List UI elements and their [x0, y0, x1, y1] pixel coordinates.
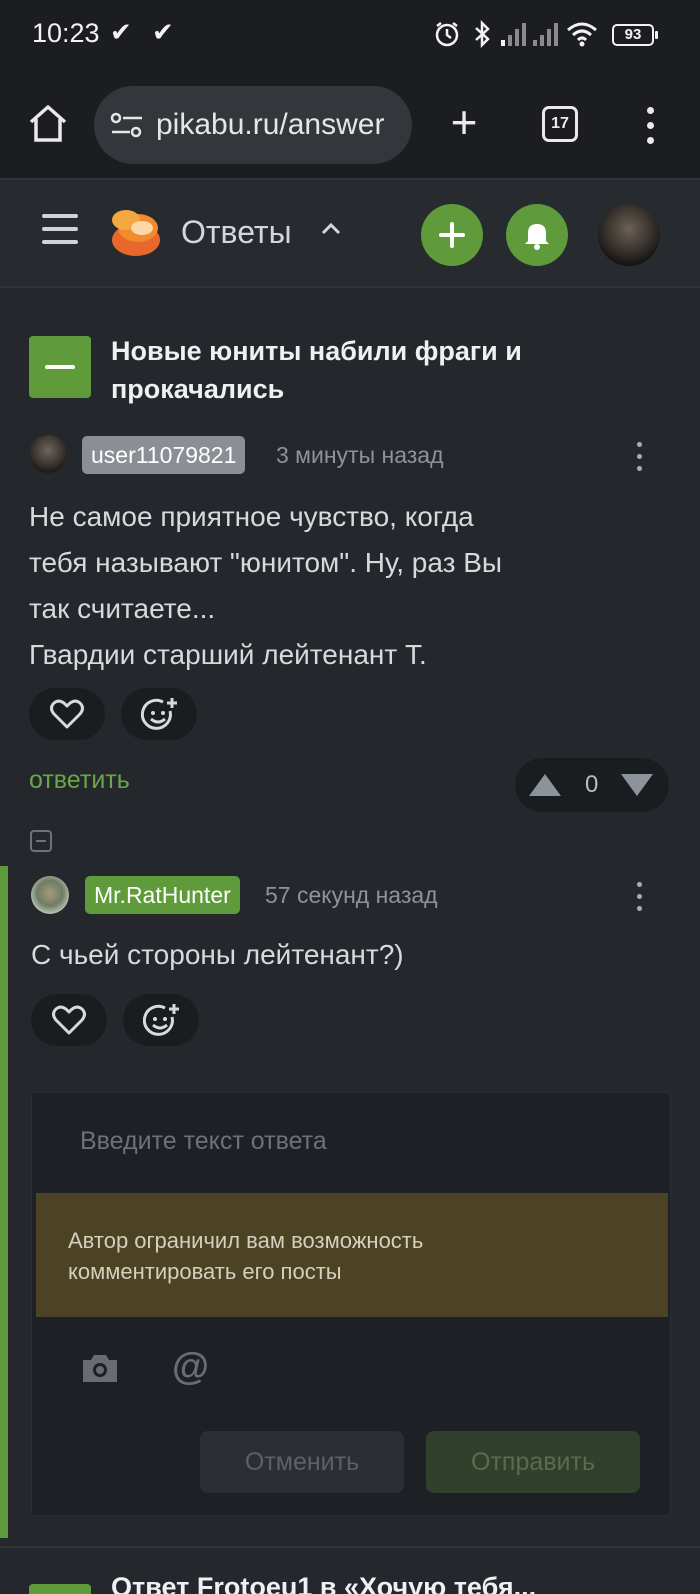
heart-icon: [52, 1005, 86, 1035]
like-button[interactable]: [29, 688, 105, 740]
add-reaction-button[interactable]: [121, 688, 197, 740]
avatar[interactable]: [31, 876, 69, 914]
wifi-icon: [567, 22, 597, 47]
comment-time[interactable]: 57 секунд назад: [265, 882, 438, 909]
clock: 10:23: [32, 18, 100, 48]
post-header: Новые юниты набили фраги и прокачались: [0, 290, 700, 420]
send-button[interactable]: Отправить: [426, 1431, 640, 1493]
reply-form: Введите текст ответа Автор ограничил вам…: [31, 1092, 671, 1516]
reply-input[interactable]: Введите текст ответа: [80, 1127, 327, 1156]
collapse-post-button[interactable]: [29, 336, 91, 398]
comment-text: С чьей стороны лейтенант?): [31, 939, 404, 970]
signal-icon: [501, 23, 526, 46]
rating-count: 0: [585, 771, 599, 798]
pikabu-logo[interactable]: [108, 206, 164, 258]
mention-icon[interactable]: @: [172, 1346, 209, 1389]
smiley-plus-icon: [141, 698, 177, 730]
plus-icon: [439, 222, 465, 248]
signal-icon: [533, 23, 558, 46]
battery-indicator: 93: [612, 24, 658, 46]
new-tab-button[interactable]: +: [444, 99, 484, 150]
more-options-icon[interactable]: [634, 440, 644, 474]
divider: [0, 1546, 700, 1548]
avatar[interactable]: [29, 435, 67, 473]
site-settings-icon[interactable]: [110, 110, 144, 140]
alarm-icon: [435, 22, 459, 47]
chevron-up-icon[interactable]: [320, 218, 342, 240]
check-icon: ✔: [152, 17, 174, 47]
bell-icon: [525, 224, 549, 250]
comment-username[interactable]: user11079821: [82, 436, 246, 474]
notifications-button[interactable]: [506, 204, 568, 266]
browser-menu-button[interactable]: [640, 104, 660, 148]
heart-icon: [50, 699, 84, 729]
address-bar[interactable]: pikabu.ru/answer: [94, 86, 412, 164]
add-reaction-button[interactable]: [123, 994, 199, 1046]
add-post-button[interactable]: [421, 204, 483, 266]
like-button[interactable]: [31, 994, 107, 1046]
status-bar: 10:23 ✔ ✔ 93: [0, 0, 700, 72]
smiley-plus-icon: [143, 1004, 179, 1036]
check-icon: ✔: [110, 17, 132, 47]
camera-icon[interactable]: [80, 1351, 120, 1385]
cancel-button[interactable]: Отменить: [200, 1431, 404, 1493]
more-options-icon[interactable]: [634, 880, 644, 914]
comment-username[interactable]: Mr.RatHunter: [85, 876, 240, 914]
comment-time[interactable]: 3 минуты назад: [276, 442, 444, 469]
tab-switcher-button[interactable]: 17: [542, 106, 578, 142]
home-icon[interactable]: [26, 102, 70, 146]
section-title[interactable]: Ответы: [181, 214, 292, 251]
thread-line[interactable]: [0, 866, 8, 1538]
browser-toolbar: pikabu.ru/answer + 17: [0, 72, 700, 180]
comment-text: Не самое приятное чувство, когда тебя на…: [29, 501, 503, 670]
restriction-notice: Автор ограничил вам возможность комменти…: [36, 1193, 668, 1317]
user-avatar[interactable]: [598, 204, 660, 266]
upvote-icon[interactable]: [527, 770, 563, 800]
post-title[interactable]: Новые юниты набили фраги и прокачались: [111, 332, 631, 408]
reply-link[interactable]: ответить: [29, 766, 130, 795]
bluetooth-icon: [475, 20, 490, 48]
collapse-post-button[interactable]: [29, 1584, 91, 1594]
url-text: pikabu.ru/answer: [156, 108, 385, 141]
next-post-title[interactable]: Ответ Frotoeu1 в «Хочую тебя...: [111, 1572, 536, 1594]
restriction-text: Автор ограничил вам возможность комменти…: [68, 1228, 424, 1284]
collapse-thread-button[interactable]: [30, 830, 52, 852]
rating-box: 0: [515, 758, 669, 812]
hamburger-menu-icon[interactable]: [42, 214, 78, 248]
downvote-icon[interactable]: [619, 770, 655, 800]
site-header: Ответы: [0, 182, 700, 288]
